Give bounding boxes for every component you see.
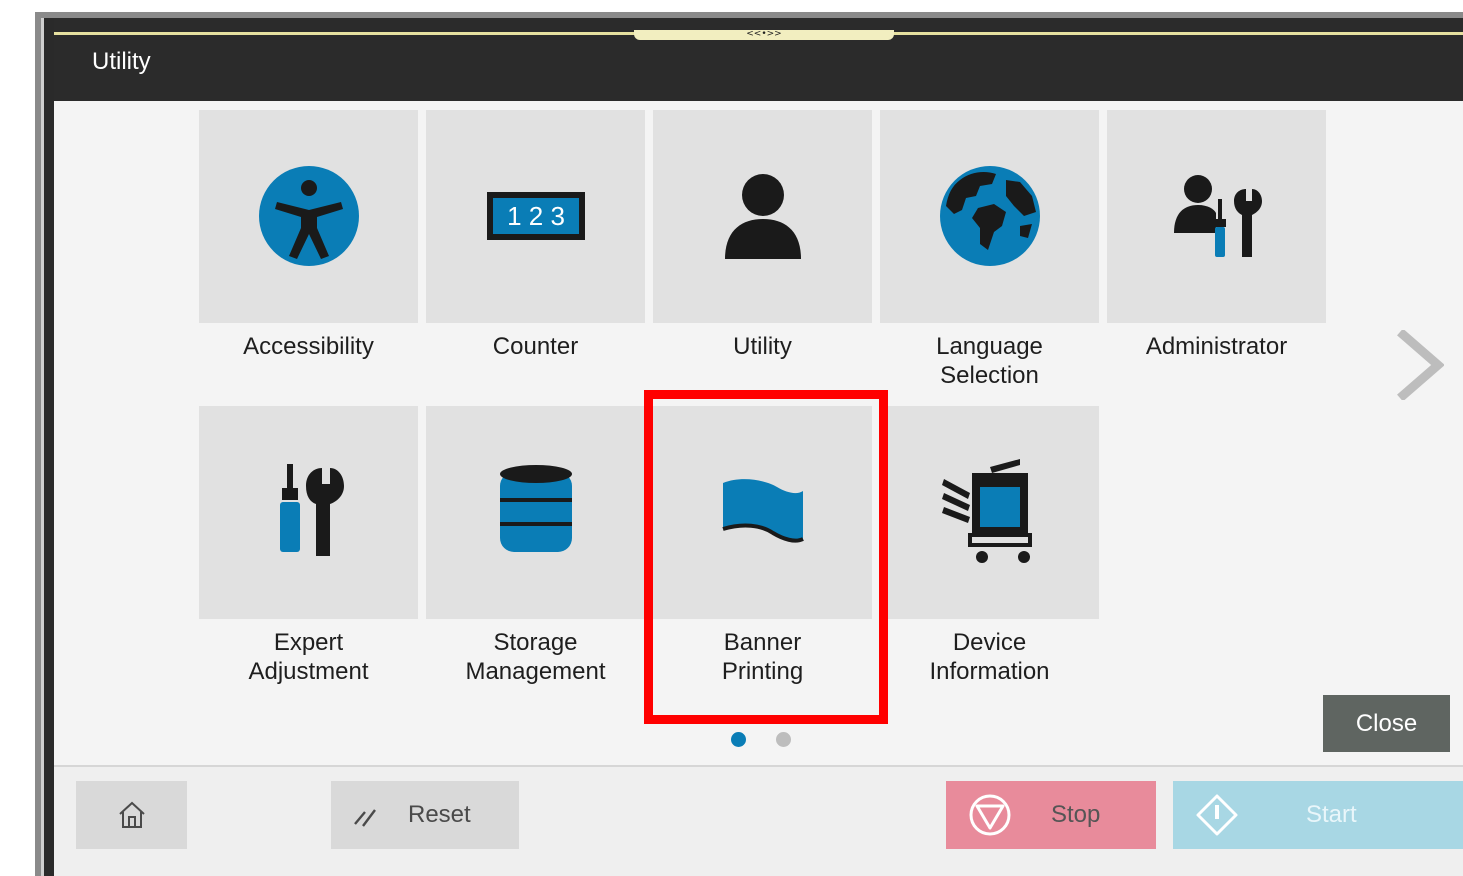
page-indicator	[731, 732, 791, 748]
tile-background: 1 2 3	[426, 110, 645, 323]
next-page-chevron-icon[interactable]	[1394, 330, 1444, 400]
tile-label: Utility	[733, 333, 792, 360]
reset-icon	[354, 809, 376, 827]
tile-background	[653, 110, 872, 323]
device-bezel-left-edge	[44, 18, 54, 876]
tile-background	[880, 406, 1099, 619]
tile-background	[199, 406, 418, 619]
stop-icon	[969, 794, 1011, 836]
device-icon	[941, 459, 1032, 563]
start-button[interactable]: Start	[1173, 781, 1463, 849]
start-label: Start	[1306, 801, 1357, 828]
start-icon	[1196, 794, 1238, 836]
page-title: Utility	[92, 48, 151, 75]
tile-background	[199, 110, 418, 323]
tile-label: Device Information	[929, 629, 1050, 685]
accessibility-icon	[258, 166, 359, 266]
user-icon	[724, 174, 801, 259]
reset-button[interactable]: Reset	[331, 781, 519, 849]
tile-label: Storage Management	[465, 629, 606, 685]
tile-label: Language Selection	[936, 333, 1043, 389]
close-button[interactable]: Close	[1323, 695, 1450, 752]
tools-icon	[279, 464, 344, 556]
tile-background	[426, 406, 645, 619]
header-bar: <<•>> Utility	[54, 18, 1463, 101]
page-dot-active	[731, 732, 746, 747]
tile-background	[1107, 110, 1326, 323]
utility-screen: <<•>> Utility Accessibility 1 2 3 Counte…	[54, 18, 1463, 876]
home-button[interactable]	[76, 781, 187, 849]
counter-icon: 1 2 3	[486, 192, 585, 240]
highlight-box	[644, 390, 888, 724]
home-icon	[118, 801, 145, 828]
tile-background	[880, 110, 1099, 323]
stop-button[interactable]: Stop	[946, 781, 1156, 849]
tile-label: Expert Adjustment	[248, 629, 369, 685]
globe-icon	[939, 166, 1040, 266]
stop-label: Stop	[1051, 801, 1101, 828]
tile-label: Accessibility	[243, 333, 374, 360]
administrator-icon	[1173, 175, 1262, 257]
tile-label: Counter	[492, 333, 579, 360]
counter-digits: 1 2 3	[507, 201, 565, 231]
page-dot-inactive[interactable]	[776, 732, 791, 747]
reset-label: Reset	[408, 801, 471, 828]
grip-glyph: <<•>>	[746, 29, 782, 39]
tile-label: Administrator	[1145, 333, 1288, 360]
database-icon	[499, 465, 572, 552]
